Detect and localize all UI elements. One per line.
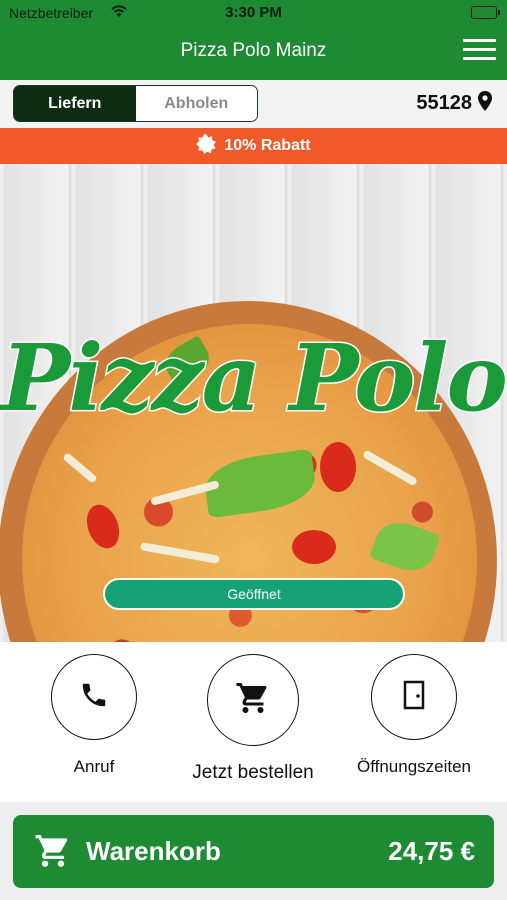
nav-bar: Pizza Polo Mainz [0, 26, 507, 80]
opening-hours-label: Öffnungszeiten [356, 757, 472, 776]
phone-icon [79, 680, 109, 715]
quick-actions: Anruf Jetzt bestellen Öffnungszeiten [0, 642, 507, 802]
door-icon [402, 680, 426, 715]
pickup-option[interactable]: Abholen [135, 86, 257, 121]
cart-footer: Warenkorb 24,75 € [0, 802, 507, 900]
badge-icon [196, 133, 217, 159]
zip-code-selector[interactable]: 55128 [416, 91, 492, 116]
discount-text: 10% Rabatt [224, 137, 311, 154]
status-bar: Netzbetreiber 3:30 PM [0, 0, 507, 26]
page-title: Pizza Polo Mainz [180, 40, 327, 61]
opening-hours-button[interactable]: Öffnungszeiten [344, 654, 484, 777]
call-button[interactable]: Anruf [44, 654, 144, 777]
location-pin-icon [478, 91, 492, 116]
restaurant-logo: Pizza Polo [0, 324, 507, 432]
hero-image: Pizza Polo Geöffnet [0, 164, 507, 642]
open-status-badge: Geöffnet [103, 578, 405, 610]
order-type-toggle: Liefern Abholen [13, 85, 258, 122]
cart-button[interactable]: Warenkorb 24,75 € [13, 815, 494, 888]
cart-icon [33, 832, 73, 875]
discount-banner: 10% Rabatt [0, 128, 507, 164]
battery-icon [471, 6, 500, 19]
hamburger-menu-icon[interactable] [463, 39, 496, 63]
clock: 3:30 PM [225, 4, 282, 21]
delivery-option[interactable]: Liefern [14, 86, 136, 121]
cart-label: Warenkorb [86, 836, 221, 866]
cart-total: 24,75 € [388, 836, 475, 866]
zip-code: 55128 [416, 92, 472, 114]
order-now-button[interactable]: Jetzt bestellen [178, 654, 328, 784]
order-now-label: Jetzt bestellen [192, 762, 314, 783]
cart-icon [234, 680, 272, 721]
order-type-bar: Liefern Abholen 55128 [0, 80, 507, 128]
call-label: Anruf [73, 757, 115, 776]
